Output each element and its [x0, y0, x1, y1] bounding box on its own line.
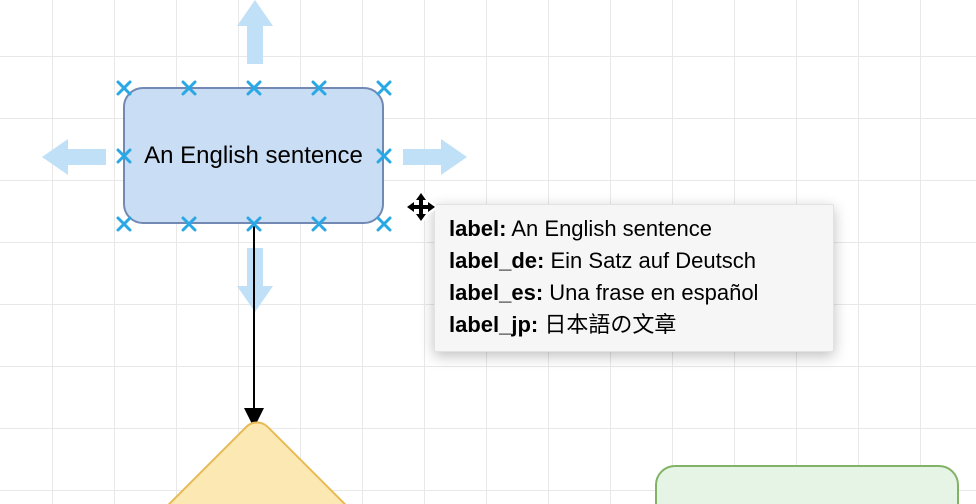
selection-handle[interactable]: [376, 216, 392, 232]
tooltip-key: label_jp:: [449, 312, 538, 337]
tooltip-key: label_de:: [449, 248, 544, 273]
node-label: An English sentence: [144, 142, 363, 170]
tooltip-row: label_jp: 日本語の文章: [449, 309, 819, 341]
move-cursor-icon: [406, 192, 436, 222]
properties-tooltip: label: An English sentence label_de: Ein…: [434, 204, 834, 352]
tooltip-value: Ein Satz auf Deutsch: [551, 248, 756, 273]
direction-arrow-left-icon: [42, 139, 106, 175]
diamond-node[interactable]: [120, 415, 394, 504]
direction-arrow-down-icon: [237, 248, 273, 312]
tooltip-row: label_es: Una frase en español: [449, 277, 819, 309]
tooltip-value: 日本語の文章: [544, 312, 676, 337]
tooltip-value: An English sentence: [511, 216, 712, 241]
selected-node[interactable]: An English sentence: [123, 87, 384, 224]
tooltip-key: label_es:: [449, 280, 543, 305]
tooltip-key: label:: [449, 216, 506, 241]
tooltip-row: label: An English sentence: [449, 213, 819, 245]
tooltip-value: Una frase en español: [549, 280, 758, 305]
diagram-canvas[interactable]: An English sentence label: An English se…: [0, 0, 976, 504]
direction-arrow-up-icon: [237, 0, 273, 64]
edge[interactable]: [253, 224, 255, 414]
tooltip-row: label_de: Ein Satz auf Deutsch: [449, 245, 819, 277]
green-node[interactable]: [655, 465, 959, 504]
direction-arrow-right-icon: [403, 139, 467, 175]
